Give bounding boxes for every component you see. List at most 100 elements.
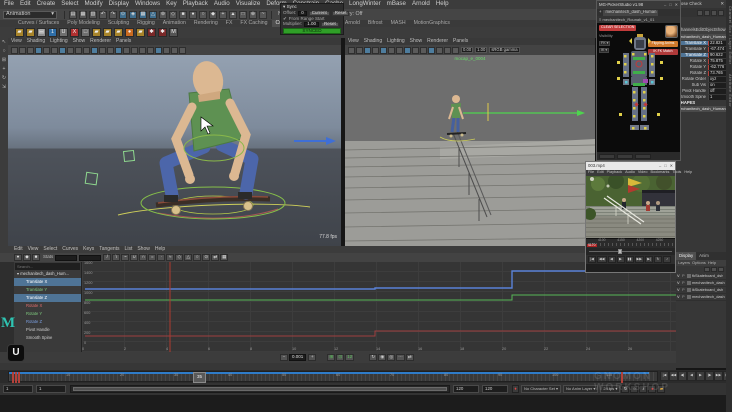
tangent-tool-icon[interactable]: ◇	[175, 254, 184, 261]
viewport-icon[interactable]	[419, 46, 427, 54]
shelf-icon[interactable]: 1	[48, 28, 57, 37]
viewport-icon[interactable]	[355, 46, 363, 54]
footer-icon[interactable]: ···	[396, 354, 405, 361]
shelf-icon[interactable]: □	[81, 28, 90, 37]
viewport-icon[interactable]	[26, 46, 34, 54]
channel-value-field[interactable]: -67.474	[708, 46, 726, 52]
channel-value-field[interactable]: on	[708, 82, 726, 88]
tab-anim[interactable]: Anim	[696, 252, 712, 260]
tangent-tool-icon[interactable]: ▦	[220, 254, 229, 261]
viewport-icon[interactable]	[403, 46, 411, 54]
new-layer-icon[interactable]	[718, 267, 724, 272]
clear-selection-button[interactable]: CLEAR SELECTION	[599, 25, 637, 31]
tangent-tool-icon[interactable]: △	[184, 254, 193, 261]
add-tab-button[interactable]: +	[599, 10, 601, 14]
character-picker-figure[interactable]	[599, 33, 679, 153]
menu-item[interactable]: Display	[109, 1, 129, 7]
minimize-icon[interactable]: –	[664, 3, 666, 7]
toolbar-icon[interactable]: △	[149, 10, 157, 19]
outliner-channel-name[interactable]: Translate Y	[26, 287, 47, 292]
graph-menu-item[interactable]: Edit	[14, 247, 23, 252]
current-frame-marker[interactable]: 35	[193, 372, 206, 383]
channel-value-field[interactable]: -62.776	[708, 64, 726, 70]
shelf-icon[interactable]: M	[169, 28, 178, 37]
tangent-tool-icon[interactable]: ⊙	[202, 254, 211, 261]
close-icon[interactable]: ✕	[675, 3, 678, 7]
viewport-icon[interactable]	[387, 46, 395, 54]
viewport-icon[interactable]	[130, 46, 138, 54]
viewport-icon[interactable]	[411, 46, 419, 54]
viewport-icon[interactable]	[379, 46, 387, 54]
toolbar-icon[interactable]: ▤	[69, 10, 77, 19]
video-menu-item[interactable]: Video	[638, 170, 648, 175]
shelf-icon[interactable]: ▰	[136, 28, 145, 37]
channel-value-field[interactable]: 22.821	[708, 40, 726, 46]
viewport-icon[interactable]	[114, 46, 122, 54]
viewport-menu-item[interactable]: Renderer	[90, 39, 111, 44]
viewport-perspective[interactable]: View Shading Lighting Show Renderer Panels	[8, 38, 341, 246]
layer-color-swatch[interactable]	[687, 274, 691, 278]
tool-icon[interactable]: ⇲	[2, 85, 6, 94]
viewport-menu-item[interactable]: Shading	[364, 39, 382, 44]
playback-button[interactable]: ▶▶	[714, 371, 723, 381]
shape-node-name[interactable]: mechanitech_dash_HumanoidShape	[676, 106, 726, 112]
shelf-icon[interactable]: X	[70, 28, 79, 37]
graph-menu-item[interactable]: View	[28, 247, 39, 252]
viewport-icon[interactable]	[363, 46, 371, 54]
video-seek-bar[interactable]	[586, 248, 675, 255]
expand-arrow-icon[interactable]: ▾	[17, 272, 19, 276]
tab-channel-box[interactable]: Channel Box / Layer Editor	[727, 6, 732, 64]
outliner-node-name[interactable]: mechanitech_dash_Hum...	[20, 272, 69, 276]
picker-footer-button[interactable]	[635, 153, 651, 159]
viewport-menu-item[interactable]: Show	[73, 39, 86, 44]
outliner-channel-row[interactable]: Rotate Z	[14, 318, 81, 326]
playback-start-field[interactable]: 1	[36, 385, 66, 393]
video-menu-item[interactable]: Tools	[672, 170, 681, 175]
viewport-icon[interactable]	[178, 46, 186, 54]
playback-button[interactable]: ◀	[687, 371, 696, 381]
viewport-side-camera[interactable]: View Shading Lighting Show Renderer Panels 0.…	[345, 38, 595, 246]
layer-row[interactable]: V P ikSkateboard_dsh	[676, 287, 726, 294]
panel-icon[interactable]	[718, 9, 724, 16]
time-slider-track[interactable]: 10 20 30 40 50 60 70 80 90 100 110 35	[8, 371, 658, 383]
toolbar-icon[interactable]: ↶	[99, 10, 107, 19]
picker-footer-button[interactable]	[599, 153, 615, 159]
layer-row[interactable]: V P mechanitech_dash	[676, 280, 726, 287]
tangent-tool-icon[interactable]: ~	[121, 254, 130, 261]
new-layer-icon[interactable]	[711, 267, 717, 272]
shelf-icon[interactable]: ✱	[147, 28, 156, 37]
viewport-menu-item[interactable]: Panels	[116, 39, 131, 44]
channel-box-menu-item[interactable]: Edit	[696, 28, 703, 32]
multiplier-input[interactable]: 1.00	[304, 22, 320, 28]
viewport-icon[interactable]	[82, 46, 90, 54]
current-button[interactable]: Current	[308, 10, 330, 16]
outliner-channel-name[interactable]: Rotate X	[26, 303, 42, 308]
footer-icon[interactable]: ◉	[378, 354, 387, 361]
graph-menu-item[interactable]: Curves	[62, 247, 78, 252]
panel-icon[interactable]	[711, 9, 717, 16]
graph-tool-icon[interactable]: ■	[32, 254, 40, 261]
menuset-dropdown[interactable]: Animation ▾	[3, 10, 57, 19]
shelf-icon[interactable]: ▰	[103, 28, 112, 37]
close-icon[interactable]: ✕	[720, 1, 724, 6]
shelf-icon[interactable]: ✱	[158, 28, 167, 37]
viewport-icon[interactable]	[138, 46, 146, 54]
viewport-icon[interactable]	[90, 46, 98, 54]
toolbar-icon[interactable]: ⊚	[159, 10, 167, 19]
channel-value-field[interactable]: 90.622	[708, 52, 726, 58]
viewport-icon[interactable]	[427, 46, 435, 54]
animation-curves[interactable]	[82, 262, 676, 352]
range-slider-bar[interactable]	[73, 387, 447, 391]
toolbar-icon[interactable]: ▧	[89, 10, 97, 19]
shelf-icon[interactable]: ▰	[26, 28, 35, 37]
playback-button[interactable]: ▶	[696, 371, 705, 381]
character-set-dropdown[interactable]: No Character Set ▾	[521, 385, 562, 393]
tangent-tool-icon[interactable]: ⇄	[211, 254, 220, 261]
tangent-tool-icon[interactable]: ∪	[130, 254, 139, 261]
video-menu-item[interactable]: File	[588, 170, 594, 175]
channel-box-menu-item[interactable]: Object	[703, 28, 715, 32]
viewport-icon[interactable]	[50, 46, 58, 54]
viewport-icon[interactable]	[451, 46, 459, 54]
anim-end-field[interactable]: 120	[482, 385, 508, 393]
graph-plot-area[interactable]: 1600 1400 1200 1000 800 600 400 200 0 0 2 4 6 8 10 12 1…	[82, 261, 676, 352]
